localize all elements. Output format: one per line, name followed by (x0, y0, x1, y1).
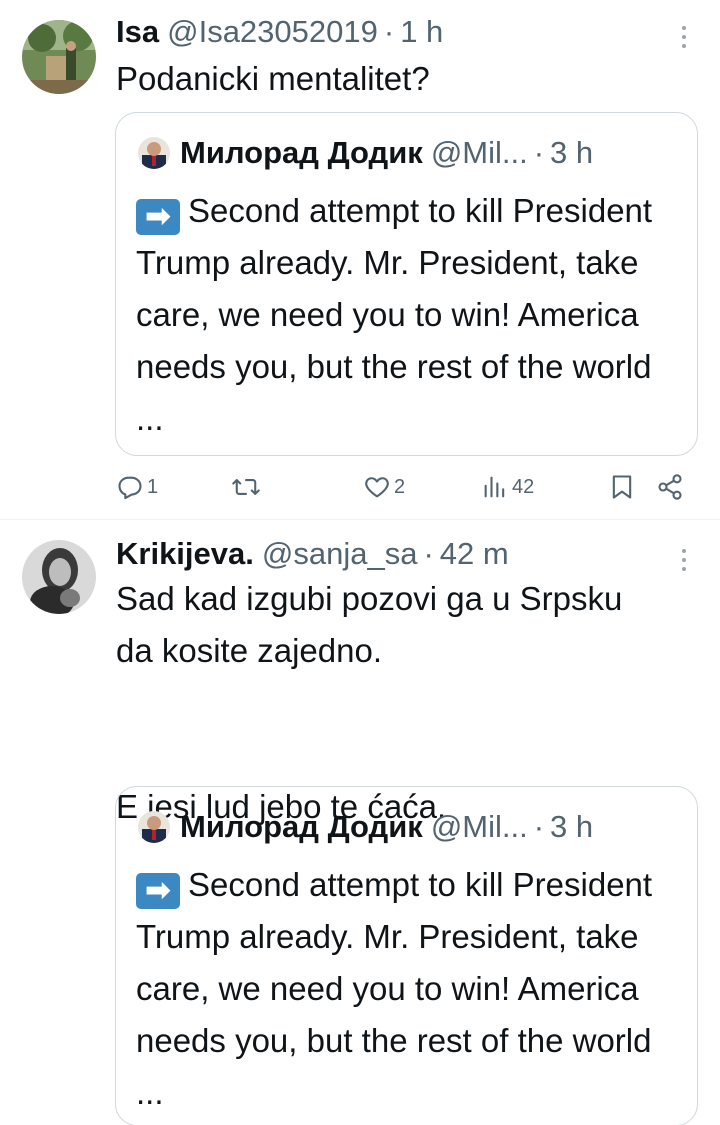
more-icon[interactable] (676, 22, 692, 52)
tweet-header: Krikijeva. @sanja_sa · 42 m (116, 534, 660, 574)
timestamp[interactable]: 42 m (440, 536, 509, 572)
separator: · (423, 536, 434, 571)
avatar[interactable] (22, 540, 96, 614)
more-icon[interactable] (676, 545, 692, 575)
like-count: 2 (394, 475, 406, 498)
views-icon (484, 476, 505, 498)
quoted-timestamp: 3 h (550, 809, 594, 844)
share-button[interactable] (656, 473, 684, 501)
quoted-tweet-body: Second attempt to kill President Trump a… (136, 866, 653, 1111)
reply-icon (118, 476, 142, 500)
views-button[interactable]: 42 (481, 473, 534, 501)
retweet-icon (232, 479, 260, 495)
retweet-button[interactable] (231, 473, 261, 501)
quoted-author-handle: @Mil... (430, 809, 528, 844)
author-name[interactable]: Krikijeva. (116, 536, 254, 572)
quoted-author-handle: @Mil... (430, 135, 528, 170)
right-arrow-emoji-icon: ➡ (136, 873, 180, 909)
tweet-actions: 1 2 42 (116, 470, 700, 510)
author-handle[interactable]: @Isa23052019 (167, 14, 378, 50)
avatar (138, 137, 170, 169)
timestamp[interactable]: 1 h (400, 14, 443, 50)
quoted-tweet-header: Милорад Додик @Mil... · 3 h (138, 807, 677, 847)
quoted-tweet[interactable]: Милорад Додик @Mil... · 3 h ➡ Second atte… (115, 112, 698, 456)
separator: · (533, 809, 545, 844)
quoted-tweet[interactable]: Милорад Додик @Mil... · 3 h ➡ Second atte… (115, 786, 698, 1125)
quoted-tweet-body: Second attempt to kill President Trump a… (136, 192, 653, 437)
tweet[interactable]: Krikijeva. @sanja_sa · 42 m Sad kad izgu… (0, 521, 720, 1125)
reply-count: 1 (147, 475, 159, 498)
tweet-header: Isa @Isa23052019 · 1 h (116, 12, 660, 52)
tweet[interactable]: Isa @Isa23052019 · 1 h Podanicki mentali… (0, 0, 720, 520)
quoted-timestamp: 3 h (550, 135, 594, 170)
quoted-author-name: Милорад Додик (180, 809, 423, 844)
author-name[interactable]: Isa (116, 14, 159, 50)
tweet-text: Podanicki mentalitet? (116, 60, 430, 97)
bookmark-icon (612, 475, 632, 499)
quoted-tweet-text: ➡ Second attempt to kill President Trump … (136, 859, 681, 1119)
avatar (138, 811, 170, 843)
quoted-author-name: Милорад Додик (180, 135, 423, 170)
separator: · (533, 135, 545, 170)
views-count: 42 (512, 475, 535, 498)
author-handle[interactable]: @sanja_sa (262, 536, 418, 572)
separator: · (383, 14, 395, 49)
avatar[interactable] (22, 20, 96, 94)
bookmark-button[interactable] (608, 473, 636, 501)
reply-button[interactable]: 1 (116, 473, 158, 501)
quoted-tweet-header: Милорад Додик @Mil... · 3 h (138, 133, 677, 173)
like-button[interactable]: 2 (363, 473, 405, 501)
like-icon (365, 477, 389, 498)
quoted-tweet-text: ➡ Second attempt to kill President Trump … (136, 185, 681, 445)
share-icon (658, 474, 682, 500)
right-arrow-emoji-icon: ➡ (136, 199, 180, 235)
